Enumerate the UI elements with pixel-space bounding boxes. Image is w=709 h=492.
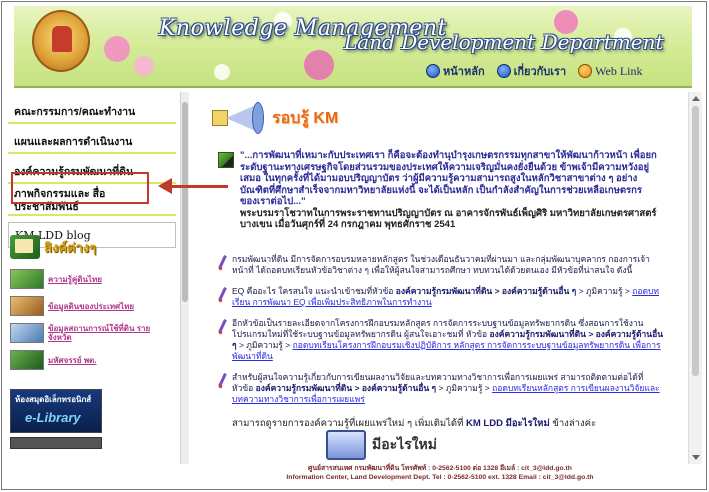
footer-line-thai: ศูนย์สารสนเทศ กรมพัฒนาที่ดิน โทรศัพท์ : …	[308, 465, 572, 472]
sidebar-banner-partial[interactable]	[10, 437, 102, 449]
e-library-thai-label: ห้องสมุดอิเล็กทรอนิกส์	[15, 395, 92, 404]
news-header: รอบรู้ KM	[206, 100, 338, 136]
flower-decoration	[214, 64, 230, 80]
side-link-soil-data[interactable]: ข้อมูลดินของประเทศไทย	[10, 295, 170, 317]
scroll-down-arrow-icon[interactable]	[692, 455, 700, 460]
pen-bullet-icon	[218, 287, 226, 303]
more-info-prefix: สามารถดูรายการองค์ความรู้ที่เผยแพร่ใหม่ …	[232, 418, 464, 429]
megaphone-icon	[206, 100, 268, 136]
site-title-ldd: Land Development Department	[344, 30, 664, 54]
sidebar-scrollbar-thumb[interactable]	[182, 102, 188, 302]
pen-bullet-icon	[218, 319, 226, 335]
nav-home-label: หน้าหลัก	[443, 66, 485, 78]
pencil-icon	[218, 152, 234, 168]
news-item-separator: > ภูมิความรู้ >	[576, 286, 633, 296]
whats-new-banner[interactable]: มีอะไรใหม่	[326, 430, 437, 460]
home-icon	[426, 64, 440, 78]
e-library-banner[interactable]: ห้องสมุดอิเล็กทรอนิกส์ e-Library	[10, 389, 102, 433]
news-item-separator: > ภูมิความรู้ >	[436, 383, 493, 393]
side-link-soil-knowledge[interactable]: ความรู้คู่ดินไทย	[10, 268, 170, 290]
monitor-icon	[326, 430, 366, 460]
land-use-thumbnail	[10, 323, 44, 343]
flower-decoration	[304, 50, 334, 80]
side-link-land-use[interactable]: ข้อมูลสถานการณ์ใช้ที่ดิน รายจังหวัด	[10, 322, 170, 344]
e-library-label: e-Library	[25, 410, 81, 425]
km-blog-highlight-annotation	[11, 172, 149, 204]
sidebar: คณะกรรมการ/คณะทำงาน แผนและผลการดำเนินงาน…	[8, 92, 176, 464]
news-title: รอบรู้ KM	[272, 109, 339, 127]
news-item-intro: EQ คืออะไร ใครสนใจ แนะนำเข้าชมที่หัวข้อ	[232, 286, 394, 296]
more-info-suffix: ข้างล่างค่ะ	[549, 418, 597, 429]
nav-home[interactable]: หน้าหลัก	[426, 62, 485, 80]
sidebar-item-committee[interactable]: คณะกรรมการ/คณะทำงาน	[8, 98, 176, 124]
pen-bullet-icon	[218, 373, 226, 389]
quote-reference: พระบรมราโชวาทในการพระราชทานปริญญาบัตร ณ …	[240, 207, 657, 231]
side-link-wonder[interactable]: มหัศจรรย์ พด.	[10, 349, 170, 371]
main-content: รอบรู้ KM "...การพัฒนาที่เหมาะกับประเทศเ…	[196, 92, 684, 464]
news-item-text: กรมพัฒนาที่ดิน มีการจัดการอบรมหลายหลักสู…	[232, 254, 650, 275]
side-link-label: ข้อมูลสถานการณ์ใช้ที่ดิน รายจังหวัด	[48, 324, 151, 342]
whats-new-title: มีอะไรใหม่	[372, 438, 438, 453]
footer: ศูนย์สารสนเทศ กรมพัฒนาที่ดิน โทรศัพท์ : …	[190, 464, 690, 486]
sidebar-item-plan[interactable]: แผนและผลการดำเนินงาน	[8, 128, 176, 154]
wonder-thumbnail	[10, 350, 44, 370]
ldd-seal-logo	[32, 10, 90, 72]
news-item-path: องค์ความรู้กรมพัฒนาที่ดิน > องค์ความรู้ด…	[395, 286, 577, 296]
nav-web-link-label: Web Link	[595, 63, 643, 78]
links-header-label: ลิงค์ต่างๆ	[44, 239, 97, 255]
page-scrollbar[interactable]	[688, 92, 702, 464]
royal-quote: "...การพัฒนาที่เหมาะกับประเทศเรา ก็คือจะ…	[218, 150, 658, 231]
book-icon	[10, 235, 40, 259]
top-navigation: หน้าหลัก เกี่ยวกับเรา Web Link	[426, 62, 643, 80]
news-item-text: EQ คืออะไร ใครสนใจ แนะนำเข้าชมที่หัวข้อ …	[232, 286, 664, 308]
nav-about[interactable]: เกี่ยวกับเรา	[496, 62, 567, 80]
more-info-bold: KM LDD มีอะไรใหม่	[466, 418, 550, 429]
news-item-separator: > ภูมิความรู้ >	[236, 340, 293, 350]
flower-decoration	[104, 36, 130, 62]
more-info-line: สามารถดูรายการองค์ความรู้ที่เผยแพร่ใหม่ …	[232, 416, 596, 431]
news-item-text: อีกหัวข้อเป็นรายละเอียดจากโครงการฝึกอบรม…	[232, 318, 664, 362]
nav-about-label: เกี่ยวกับเรา	[513, 66, 567, 78]
links-header: ลิงค์ต่างๆ	[10, 232, 170, 262]
page-scrollbar-thumb[interactable]	[692, 106, 699, 376]
soil-knowledge-thumbnail	[10, 269, 44, 289]
quote-text: "...การพัฒนาที่เหมาะกับประเทศเรา ก็คือจะ…	[240, 150, 657, 207]
news-item-path: องค์ความรู้กรมพัฒนาที่ดิน > องค์ความรู้ด…	[255, 383, 437, 393]
side-link-label: ข้อมูลดินของประเทศไทย	[48, 301, 135, 311]
side-link-label: ความรู้คู่ดินไทย	[48, 274, 102, 284]
news-item-text: สำหรับผู้สนใจความรู้เกี่ยวกับการเขียนผลง…	[232, 372, 664, 405]
news-item-link[interactable]: ถอดบทเรียนโครงการฝึกอบรมเชิงปฏิบัติการ ห…	[232, 340, 661, 361]
list-item: EQ คืออะไร ใครสนใจ แนะนำเข้าชมที่หัวข้อ …	[218, 286, 664, 308]
footer-line-english: Information Center, Land Development Dep…	[286, 474, 594, 481]
list-item: กรมพัฒนาที่ดิน มีการจัดการอบรมหลายหลักสู…	[218, 254, 664, 276]
info-icon	[496, 64, 511, 78]
header-banner: Knowledge Management Land Development De…	[14, 6, 692, 88]
side-link-label: มหัศจรรย์ พด.	[48, 355, 97, 365]
list-item: สำหรับผู้สนใจความรู้เกี่ยวกับการเขียนผลง…	[218, 372, 664, 405]
news-list: กรมพัฒนาที่ดิน มีการจัดการอบรมหลายหลักสู…	[218, 254, 664, 415]
pen-bullet-icon	[218, 255, 226, 271]
list-item: อีกหัวข้อเป็นรายละเอียดจากโครงการฝึกอบรม…	[218, 318, 664, 362]
sidebar-scrollbar[interactable]	[180, 92, 189, 464]
soil-data-thumbnail	[10, 296, 44, 316]
side-links-section: ลิงค์ต่างๆ ความรู้คู่ดินไทย ข้อมูลดินของ…	[10, 232, 170, 449]
globe-icon	[578, 64, 593, 78]
nav-web-link[interactable]: Web Link	[578, 63, 643, 79]
flower-decoration	[134, 56, 154, 76]
annotation-arrow-head	[158, 178, 172, 194]
scroll-up-arrow-icon[interactable]	[692, 96, 700, 101]
